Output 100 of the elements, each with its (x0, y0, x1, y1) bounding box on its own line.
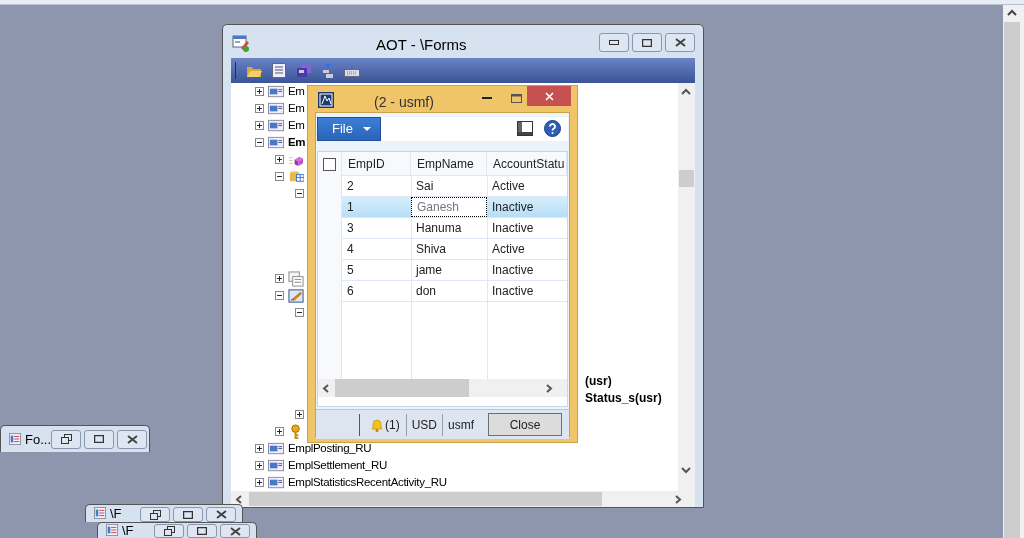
close-button[interactable] (206, 507, 236, 522)
maximize-button[interactable] (187, 524, 217, 538)
table-row[interactable]: 4 Shiva Active (342, 239, 567, 260)
tree-item-label[interactable]: Em (288, 116, 305, 135)
help-icon[interactable] (544, 120, 561, 137)
table-cell-text: Shiva (415, 241, 448, 258)
table-cell: Ganesh (411, 197, 487, 217)
scrollbar-thumb[interactable] (335, 379, 469, 397)
tree-item-label[interactable]: EmplSettlement_RU (288, 456, 388, 475)
scroll-left-icon[interactable] (322, 384, 329, 393)
minimized-window[interactable]: \F (97, 522, 257, 538)
close-button[interactable] (117, 429, 147, 449)
column-header[interactable]: AccountStatu (487, 152, 567, 175)
table-row[interactable]: 6 don Inactive (342, 281, 567, 302)
tree-scrollbar[interactable] (678, 83, 695, 491)
keyboard-icon[interactable] (344, 64, 360, 77)
close-button[interactable]: Close (488, 413, 563, 436)
window-title: AOT - \Forms (376, 35, 467, 55)
tree-item-label[interactable]: Status_s(usr) (585, 388, 662, 407)
scroll-down-icon[interactable] (681, 467, 691, 474)
table-cell-text: 5 (346, 262, 355, 279)
expand-icon[interactable] (255, 121, 264, 130)
form-icon (268, 117, 284, 134)
expand-icon[interactable] (275, 427, 284, 436)
collapse-icon[interactable] (295, 308, 304, 317)
select-all-checkbox[interactable] (323, 158, 336, 171)
maximize-button[interactable] (632, 33, 662, 52)
table-cell-text: Active (491, 241, 526, 258)
expand-icon[interactable] (275, 155, 284, 164)
scroll-up-icon[interactable] (1004, 5, 1020, 22)
restore-button[interactable] (140, 507, 170, 522)
form-icon (268, 457, 284, 474)
form-icon (268, 474, 284, 491)
minimize-icon (609, 40, 619, 45)
column-header[interactable]: EmpName (411, 152, 487, 175)
minimized-window[interactable]: \F (85, 504, 243, 522)
collapse-icon[interactable] (255, 138, 264, 147)
window-title: (2 - usmf) (374, 93, 434, 112)
collapse-icon[interactable] (295, 189, 304, 198)
minimize-button[interactable] (599, 33, 629, 52)
expand-icon[interactable] (255, 87, 264, 96)
panel-icon[interactable] (517, 121, 533, 136)
collapse-icon[interactable] (275, 172, 284, 181)
table-row[interactable]: 3 Hanuma Inactive (342, 218, 567, 239)
tree-item-label[interactable]: (usr) (585, 371, 612, 390)
expand-icon[interactable] (255, 104, 264, 113)
expand-icon[interactable] (295, 410, 304, 419)
restore-button[interactable] (51, 429, 81, 449)
table-cell-text: 6 (346, 283, 355, 300)
close-icon (215, 510, 227, 519)
window-title: Fo... (25, 432, 51, 446)
edit-form-icon (288, 287, 304, 304)
table-cell-text: don (415, 283, 438, 300)
tree-item-label[interactable]: Em (288, 83, 305, 101)
hierarchy-icon[interactable] (322, 62, 334, 79)
window-title: \F (122, 524, 134, 537)
form-icon (268, 100, 284, 117)
close-icon (544, 91, 554, 101)
expand-icon[interactable] (255, 461, 264, 470)
currency-label[interactable]: USD (411, 415, 437, 434)
table-cell-text: jame (414, 262, 443, 279)
properties-icon[interactable] (272, 63, 286, 78)
table-cell-text: Inactive (491, 262, 535, 279)
maximize-button[interactable] (173, 507, 203, 522)
close-button[interactable] (665, 33, 695, 52)
table-cell-text: 3 (346, 220, 355, 237)
column-header[interactable]: EmpID (342, 152, 411, 175)
scroll-right-icon[interactable] (675, 495, 682, 504)
expand-icon[interactable] (255, 444, 264, 453)
minimized-window[interactable]: Fo... (0, 425, 150, 452)
close-icon (674, 38, 686, 47)
tree-item-label[interactable]: Em (288, 133, 306, 152)
scroll-right-icon[interactable] (546, 384, 553, 393)
table-row[interactable]: 1 Ganesh Inactive (342, 197, 567, 218)
scroll-up-icon[interactable] (681, 88, 691, 95)
collapse-icon[interactable] (275, 291, 284, 300)
restore-button[interactable] (154, 524, 184, 538)
scroll-left-icon[interactable] (235, 495, 242, 504)
form-icon (268, 134, 284, 151)
file-menu-button[interactable]: File (317, 117, 381, 141)
tree-item-label[interactable]: EmplStatisticsRecentActivity_RU (288, 473, 447, 491)
expand-icon[interactable] (275, 274, 284, 283)
tree-item-label[interactable]: EmplPosting_RU (288, 439, 372, 458)
expand-icon[interactable] (255, 478, 264, 487)
horizontal-scrollbar[interactable] (318, 379, 567, 397)
maximize-button[interactable] (84, 429, 114, 449)
scrollbar-thumb[interactable] (679, 170, 694, 187)
restore-icon (149, 509, 161, 520)
company-label[interactable]: usmf (448, 415, 475, 434)
tree-item-label[interactable]: Em (288, 99, 305, 118)
scrollbar-thumb[interactable] (249, 492, 602, 506)
maximize-icon (510, 93, 522, 103)
close-button[interactable] (220, 524, 250, 538)
database-icon (288, 168, 304, 185)
app-icon (318, 92, 334, 108)
restore-icon (60, 434, 72, 444)
notification-count[interactable]: (1) (385, 415, 400, 434)
table-row[interactable]: 5 jame Inactive (342, 260, 567, 281)
horizontal-scrollbar[interactable] (231, 491, 695, 507)
vertical-scrollbar[interactable] (1003, 5, 1020, 538)
